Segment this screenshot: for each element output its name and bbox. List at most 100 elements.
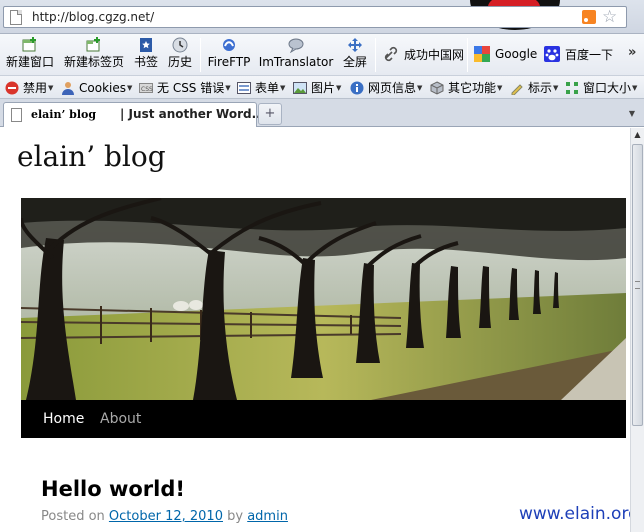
nav-item-about[interactable]: About — [100, 411, 141, 427]
bookmark-link-label: Google — [495, 47, 538, 61]
fullscreen-icon — [348, 38, 362, 52]
page-info-label: 网页信息 — [368, 81, 417, 95]
disable-menu[interactable]: 禁用 ▼ — [5, 79, 53, 96]
new-window-icon — [22, 37, 36, 52]
tab-title-tagline: | Just another Word... — [120, 107, 266, 121]
imtranslator-button[interactable]: ImTranslator — [258, 35, 334, 75]
fireftp-label: FireFTP — [207, 55, 251, 69]
outline-icon — [511, 83, 523, 95]
new-tab-button[interactable]: + — [258, 103, 282, 125]
url-field[interactable]: http://blog.cgzg.net/ ☆ — [3, 6, 627, 28]
page-favicon-icon — [11, 108, 22, 122]
site-title[interactable]: elain’ blog — [17, 140, 166, 173]
bookmark-star-icon[interactable]: ☆ — [602, 7, 617, 27]
header-image — [21, 198, 626, 400]
vertical-scrollbar[interactable]: ▲ — [630, 128, 644, 532]
link-icon — [384, 46, 398, 62]
images-menu[interactable]: 图片 ▼ — [293, 79, 341, 96]
dropdown-arrow-icon: ▼ — [126, 83, 133, 92]
outline-label: 标示 — [528, 81, 553, 95]
post-meta: Posted on October 12, 2010 by admin — [41, 509, 288, 524]
history-icon — [172, 37, 188, 53]
dropdown-arrow-icon: ▼ — [497, 83, 503, 92]
toolbar-separator — [200, 38, 201, 72]
outline-menu[interactable]: 标示 ▼ — [510, 79, 558, 96]
dropdown-arrow-icon: ▼ — [48, 83, 54, 92]
resize-menu[interactable]: 窗口大小 ▼ — [565, 79, 637, 96]
dropdown-arrow-icon: ▼ — [336, 83, 342, 92]
bookmark-link-baidu[interactable]: 百度一下 — [544, 45, 613, 63]
bookmark-link-label: 百度一下 — [565, 47, 614, 62]
cookies-menu[interactable]: Cookies ▼ — [61, 79, 132, 96]
history-button[interactable]: 历史 — [167, 35, 193, 75]
dropdown-arrow-icon: ▼ — [553, 83, 559, 92]
resize-label: 窗口大小 — [583, 81, 632, 95]
dropdown-arrow-icon: ▼ — [632, 83, 638, 92]
scroll-up-arrow-icon[interactable]: ▲ — [631, 128, 644, 142]
web-developer-toolbar: 禁用 ▼ Cookies ▼ CSS 无 CSS 错误 ▼ 表单 ▼ 图片 ▼ 网页信息 ▼… — [0, 76, 644, 99]
cookies-icon — [62, 81, 74, 95]
images-label: 图片 — [311, 81, 336, 95]
post-date-link[interactable]: October 12, 2010 — [109, 509, 223, 524]
disable-label: 禁用 — [23, 81, 48, 95]
info-icon — [350, 81, 364, 94]
fireftp-icon — [223, 39, 235, 51]
dropdown-arrow-icon: ▼ — [417, 83, 423, 92]
fireftp-button[interactable]: FireFTP — [207, 35, 251, 75]
new-tab-button[interactable]: 新建标签页 — [63, 35, 125, 75]
tree-lined-path-image — [21, 198, 626, 400]
new-window-button[interactable]: 新建窗口 — [5, 35, 55, 75]
new-tab-label: 新建标签页 — [63, 55, 124, 69]
page-icon — [10, 10, 22, 25]
misc-label: 其它功能 — [448, 81, 497, 95]
imtranslator-label: ImTranslator — [258, 55, 334, 69]
bookmark-link-label: 成功中国网 — [404, 47, 465, 62]
post-title[interactable]: Hello world! — [41, 477, 185, 501]
toolbar-separator — [375, 38, 376, 72]
misc-icon — [430, 80, 444, 95]
dropdown-arrow-icon: ▼ — [280, 83, 286, 92]
forms-label: 表单 — [255, 81, 280, 95]
fullscreen-label: 全屏 — [342, 55, 367, 69]
url-text[interactable]: http://blog.cgzg.net/ — [32, 10, 154, 24]
new-window-label: 新建窗口 — [5, 55, 54, 69]
address-bar-area: http://blog.cgzg.net/ ☆ — [0, 0, 644, 34]
forms-menu[interactable]: 表单 ▼ — [237, 79, 285, 96]
main-nav: Home About — [21, 400, 626, 438]
fullscreen-button[interactable]: 全屏 — [342, 35, 368, 75]
bookmark-link-chenggong[interactable]: 成功中国网 — [383, 45, 464, 63]
nav-item-home[interactable]: Home — [43, 411, 84, 427]
misc-menu[interactable]: 其它功能 ▼ — [430, 79, 502, 96]
imtranslator-icon — [288, 38, 304, 53]
tab-list-dropdown-icon[interactable]: ▼ — [624, 103, 640, 125]
bookmark-link-google[interactable]: Google — [474, 45, 537, 63]
history-label: 历史 — [167, 55, 192, 69]
posted-on-label: Posted on — [41, 509, 105, 524]
bookmarks-label: 书签 — [133, 55, 158, 69]
watermark-text: www.elain.org — [519, 504, 630, 524]
new-tab-icon — [86, 37, 100, 52]
by-label: by — [227, 509, 244, 524]
rss-icon[interactable] — [582, 10, 596, 24]
page-info-menu[interactable]: 网页信息 ▼ — [350, 79, 422, 96]
cookies-label: Cookies — [79, 80, 126, 95]
scrollbar-thumb[interactable] — [632, 144, 643, 426]
bookmarks-toolbar: 新建窗口 新建标签页 书签 历史 FireFTP ImTranslator 全屏… — [0, 34, 644, 76]
bookmarks-icon — [140, 38, 152, 52]
tab-strip: elain’ blog | Just another Word... + ▼ — [0, 99, 644, 127]
css-icon: CSS — [139, 82, 153, 93]
page-viewport: elain’ blog Home About Hello world! Post… — [0, 128, 630, 532]
resize-icon — [566, 81, 578, 94]
tab-title-site: elain’ blog — [31, 108, 97, 121]
css-menu[interactable]: CSS 无 CSS 错误 ▼ — [139, 79, 231, 96]
disable-icon — [5, 81, 19, 94]
overflow-chevron-icon[interactable]: » — [628, 45, 636, 60]
css-label: 无 CSS 错误 — [157, 81, 225, 95]
images-icon — [293, 81, 307, 94]
author-link[interactable]: admin — [247, 509, 288, 524]
google-icon — [474, 46, 490, 62]
bookmarks-button[interactable]: 书签 — [133, 35, 159, 75]
toolbar-separator — [467, 38, 468, 72]
svg-text:CSS: CSS — [141, 86, 153, 93]
tab-elain-blog[interactable]: elain’ blog | Just another Word... — [3, 102, 265, 127]
